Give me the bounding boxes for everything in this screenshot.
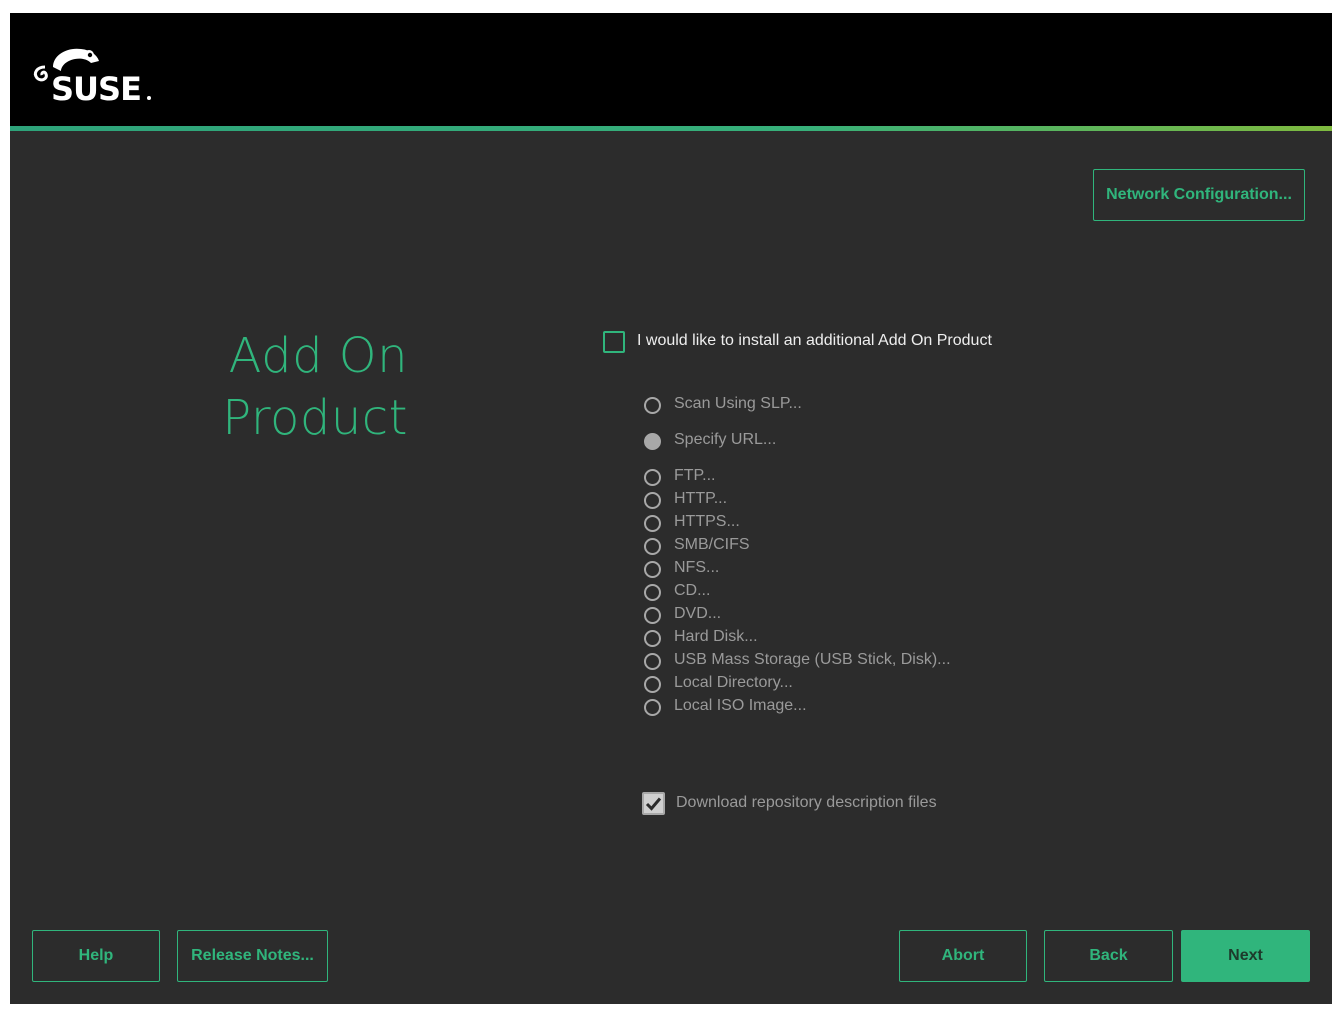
radio-button[interactable] [644,492,661,509]
install-addon-label[interactable]: I would like to install an additional Ad… [637,332,992,350]
back-button[interactable]: Back [1044,930,1173,982]
radio-https[interactable]: HTTPS... [644,512,1044,534]
next-button[interactable]: Next [1181,930,1310,982]
radio-label: CD... [674,582,711,599]
radio-cd[interactable]: CD... [644,581,1044,603]
download-description-label[interactable]: Download repository description files [676,794,937,812]
radio-button[interactable] [644,653,661,670]
abort-button[interactable]: Abort [899,930,1027,982]
radio-label: Local ISO Image... [674,697,807,714]
radio-label: USB Mass Storage (USB Stick, Disk)... [674,651,951,668]
radio-button[interactable] [644,607,661,624]
help-button[interactable]: Help [32,930,160,982]
radio-label: Local Directory... [674,674,793,691]
radio-local-iso-image[interactable]: Local ISO Image... [644,696,1044,718]
radio-label: HTTPS... [674,513,740,530]
radio-label: SMB/CIFS [674,536,750,553]
radio-button[interactable] [644,584,661,601]
radio-ftp[interactable]: FTP... [644,466,1044,488]
radio-button-selected[interactable] [644,433,661,450]
radio-local-directory[interactable]: Local Directory... [644,673,1044,695]
radio-button[interactable] [644,515,661,532]
radio-button[interactable] [644,699,661,716]
radio-label: HTTP... [674,490,728,507]
radio-usb-mass-storage[interactable]: USB Mass Storage (USB Stick, Disk)... [644,650,1044,672]
radio-button[interactable] [644,676,661,693]
installer-window: SUSE Network Configuration... Add On Pro… [10,13,1332,1004]
radio-hard-disk[interactable]: Hard Disk... [644,627,1044,649]
radio-dvd[interactable]: DVD... [644,604,1044,626]
header-accent-line [10,126,1332,131]
suse-logo: SUSE [31,41,161,108]
page-title-line1: Add On [228,328,408,384]
radio-label: FTP... [674,467,716,484]
install-addon-checkbox[interactable] [603,331,625,353]
chameleon-icon: SUSE [33,48,151,108]
radio-label: NFS... [674,559,720,576]
release-notes-button[interactable]: Release Notes... [177,930,328,982]
radio-smb-cifs[interactable]: SMB/CIFS [644,535,1044,557]
page-title: Add On Product [190,325,408,449]
logo-wordmark: SUSE [51,70,141,103]
radio-button[interactable] [644,630,661,647]
radio-scan-slp[interactable]: Scan Using SLP... [644,394,1044,416]
page-title-line2: Product [222,390,408,446]
radio-label: DVD... [674,605,722,622]
radio-specify-url[interactable]: Specify URL... [644,430,1044,452]
radio-button[interactable] [644,561,661,578]
radio-button[interactable] [644,469,661,486]
radio-http[interactable]: HTTP... [644,489,1044,511]
radio-label: Hard Disk... [674,628,758,645]
radio-label: Specify URL... [674,431,777,448]
radio-nfs[interactable]: NFS... [644,558,1044,580]
network-configuration-button[interactable]: Network Configuration... [1093,169,1305,221]
download-description-checkbox[interactable] [642,792,665,815]
radio-label: Scan Using SLP... [674,395,802,412]
radio-button[interactable] [644,397,661,414]
header-bar: SUSE [10,13,1332,126]
checkmark-icon [645,797,662,811]
radio-button[interactable] [644,538,661,555]
